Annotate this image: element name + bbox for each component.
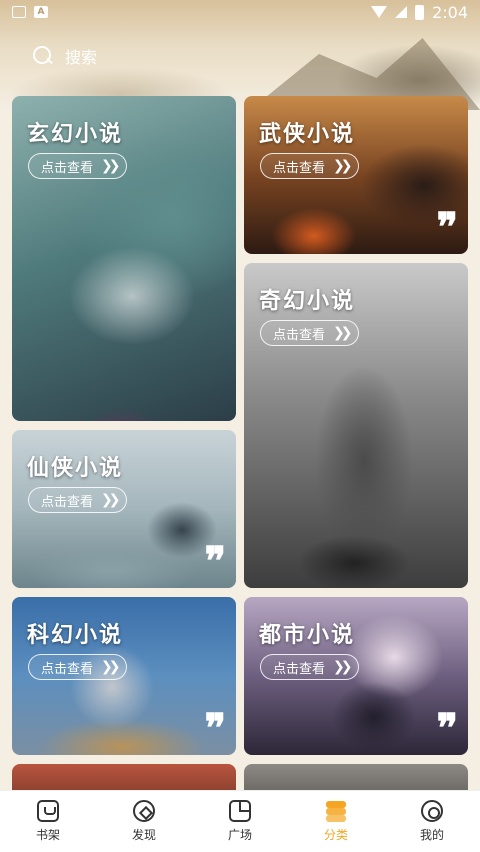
nav-item-discover[interactable]: 发现 [96, 800, 192, 843]
nav-label: 发现 [131, 828, 156, 842]
a-notification-icon: A [34, 6, 48, 18]
nav-label: 我的 [419, 828, 444, 842]
category-card-dushi[interactable]: 都市小说 点击查看 ❯❯ ❞ [244, 597, 468, 755]
category-card-qihuan[interactable]: 奇幻小说 点击查看 ❯❯ [244, 263, 468, 588]
view-button[interactable]: 点击查看 ❯❯ [28, 487, 128, 513]
status-time: 2:04 [432, 2, 468, 22]
nav-item-square[interactable]: 广场 [192, 800, 288, 843]
view-button[interactable]: 点击查看 ❯❯ [28, 654, 128, 680]
bottom-nav: 书架 发现 广场 分类 我的 [0, 790, 480, 852]
double-chevron-right-icon: ❯❯ [101, 659, 121, 675]
double-chevron-right-icon: ❯❯ [333, 325, 353, 341]
nav-item-category[interactable]: 分类 [288, 800, 384, 843]
image-notification-icon [12, 6, 26, 18]
compass-icon [133, 800, 155, 822]
double-chevron-right-icon: ❯❯ [101, 492, 121, 508]
view-button[interactable]: 点击查看 ❯❯ [260, 320, 360, 346]
category-icon [325, 800, 347, 822]
status-left: A [12, 6, 48, 18]
quote-icon: ❞ [204, 705, 225, 752]
category-card-xianxia[interactable]: 仙侠小说 点击查看 ❯❯ ❞ [12, 430, 236, 588]
double-chevron-right-icon: ❯❯ [101, 158, 121, 174]
view-button[interactable]: 点击查看 ❯❯ [28, 153, 128, 179]
view-button-label: 点击查看 [41, 160, 94, 176]
double-chevron-right-icon: ❯❯ [333, 158, 353, 174]
search-bar[interactable]: 搜索 [33, 44, 97, 68]
card-title: 武侠小说 [259, 122, 356, 147]
bookshelf-icon [37, 800, 59, 822]
card-title: 奇幻小说 [259, 289, 356, 314]
square-icon [229, 800, 251, 822]
status-right: 2:04 [371, 3, 468, 22]
wifi-icon [371, 6, 388, 18]
card-title: 玄幻小说 [27, 122, 124, 147]
view-button-label: 点击查看 [41, 494, 94, 510]
nav-item-mine[interactable]: 我的 [384, 800, 480, 843]
battery-icon [415, 4, 425, 20]
category-card-xuanhuan[interactable]: 玄幻小说 点击查看 ❯❯ [12, 96, 236, 421]
nav-label: 书架 [35, 828, 60, 842]
card-title: 仙侠小说 [27, 456, 124, 481]
view-button[interactable]: 点击查看 ❯❯ [260, 153, 360, 179]
view-button-label: 点击查看 [273, 160, 326, 176]
nav-label: 分类 [323, 828, 348, 842]
category-card-kehuan[interactable]: 科幻小说 点击查看 ❯❯ ❞ [12, 597, 236, 755]
status-bar: A 2:04 [0, 0, 480, 24]
card-title: 科幻小说 [27, 623, 124, 648]
nav-item-bookshelf[interactable]: 书架 [0, 800, 96, 843]
card-title: 都市小说 [259, 623, 356, 648]
view-button-label: 点击查看 [273, 661, 326, 677]
nav-label: 广场 [227, 828, 252, 842]
category-card-wuxia[interactable]: 武侠小说 点击查看 ❯❯ ❞ [244, 96, 468, 254]
quote-icon: ❞ [436, 204, 457, 251]
quote-icon: ❞ [436, 705, 457, 752]
view-button[interactable]: 点击查看 ❯❯ [260, 654, 360, 680]
view-button-label: 点击查看 [273, 327, 326, 343]
quote-icon: ❞ [204, 538, 225, 585]
search-label: 搜索 [65, 48, 98, 67]
settings-icon [421, 800, 443, 822]
view-button-label: 点击查看 [41, 661, 94, 677]
double-chevron-right-icon: ❯❯ [333, 659, 353, 675]
search-icon [33, 46, 53, 66]
signal-icon [395, 6, 408, 18]
